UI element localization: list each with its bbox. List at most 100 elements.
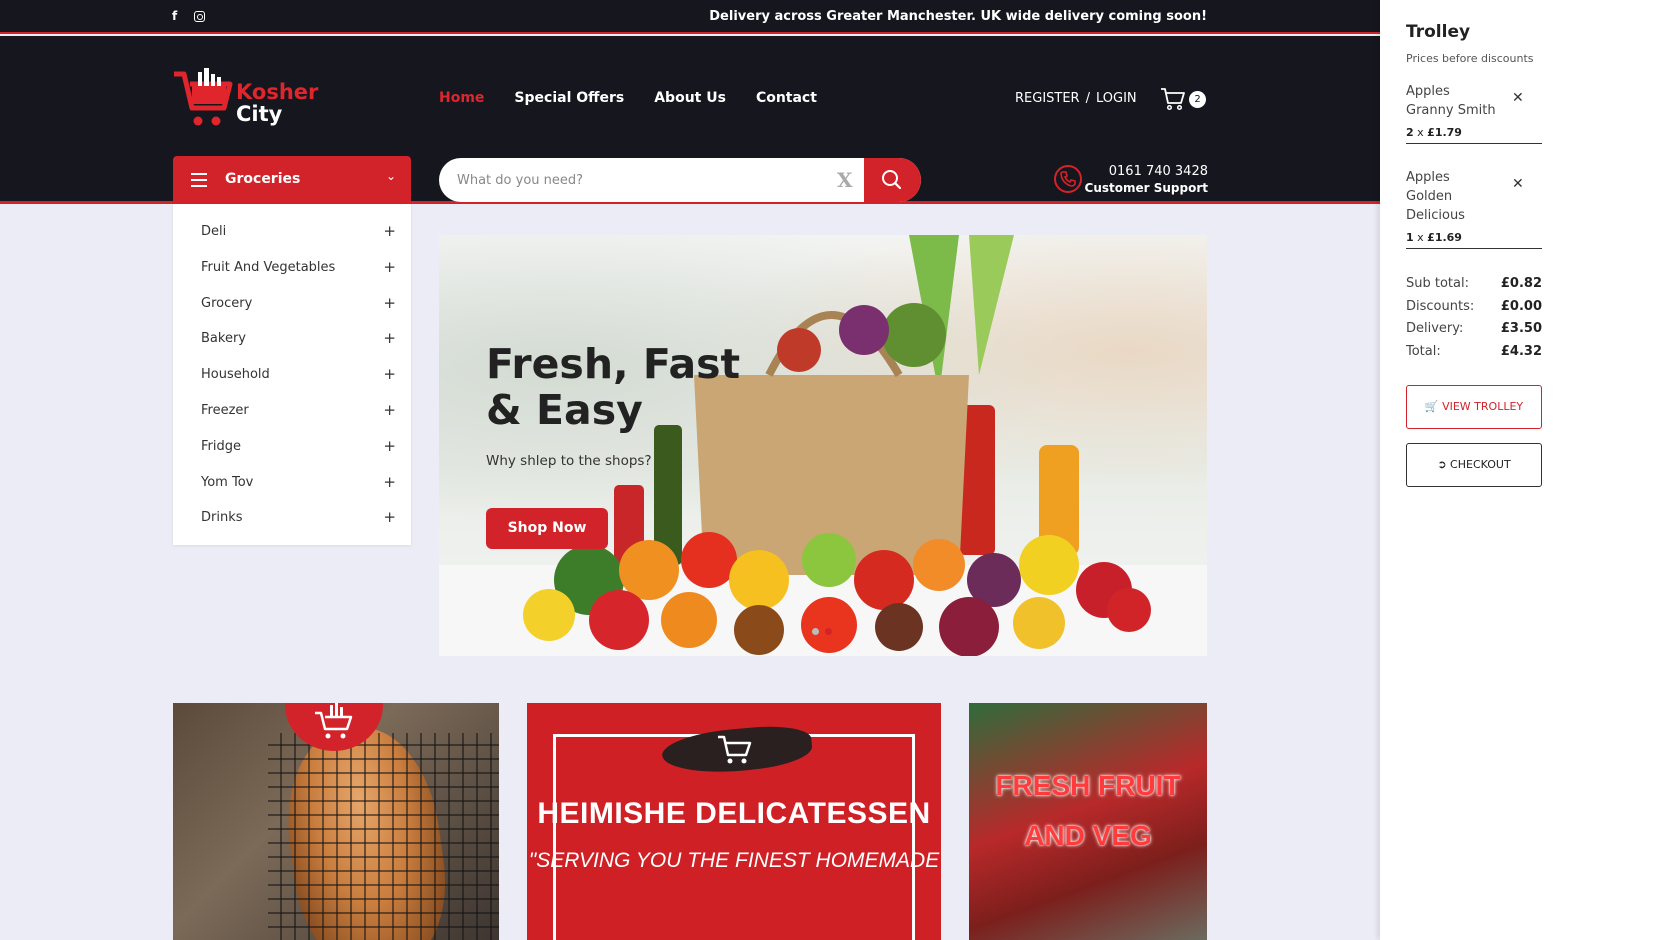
plus-icon[interactable]: + (383, 357, 396, 393)
category-label: Household (201, 367, 270, 383)
register-link[interactable]: REGISTER (1015, 91, 1080, 106)
trolley-title: Trolley (1406, 22, 1471, 42)
cooling-rack (268, 733, 499, 940)
categories-button-label: Groceries (225, 171, 301, 187)
category-item-deli[interactable]: Deli + (173, 214, 411, 250)
remove-item-icon[interactable]: ✕ (1512, 176, 1524, 192)
clear-search-icon[interactable]: X (837, 168, 853, 192)
trolley-item-qty: 2 x £1.79 (1406, 126, 1462, 139)
category-item-fridge[interactable]: Fridge + (173, 429, 411, 465)
nav-special-offers[interactable]: Special Offers (514, 90, 624, 106)
login-link[interactable]: LOGIN (1096, 91, 1137, 106)
category-item-drinks[interactable]: Drinks + (173, 500, 411, 536)
shop-now-button[interactable]: Shop Now (486, 508, 608, 549)
carousel-dots (812, 628, 832, 635)
search-bar: X (439, 158, 921, 202)
plus-icon[interactable]: + (383, 429, 396, 465)
cart-logo-icon (315, 703, 353, 739)
category-list: Deli + Fruit And Vegetables + Grocery + Bak… (173, 204, 411, 545)
customer-support: 0161 740 3428 Customer Support (1053, 162, 1208, 198)
discounts-row: Discounts: £0.00 (1406, 298, 1542, 314)
carousel-dot[interactable] (812, 628, 819, 635)
nav-about-us[interactable]: About Us (654, 90, 726, 106)
delivery-notice: Delivery across Greater Manchester. UK w… (709, 9, 1207, 24)
delicatessen-title: HEIMISHE DELICATESSEN (537, 797, 931, 830)
support-label: Customer Support (1084, 181, 1208, 195)
fruit-veg-tile[interactable]: FRESH FRUIT AND VEG (969, 703, 1207, 940)
facebook-icon[interactable]: f (172, 8, 177, 24)
top-bar: f Delivery across Greater Manchester. UK… (0, 0, 1380, 34)
sign-in-icon: ➲ (1437, 458, 1447, 471)
nav-contact[interactable]: Contact (756, 90, 817, 106)
cart-icon (1161, 88, 1185, 111)
nav-home[interactable]: Home (439, 90, 484, 106)
category-item-household[interactable]: Household + (173, 357, 411, 393)
logo-text-kosher: Kosher (236, 80, 319, 104)
trolley-note: Prices before discounts (1406, 52, 1534, 65)
menu-icon (191, 173, 207, 191)
cart-button[interactable]: 2 (1160, 86, 1208, 112)
category-item-grocery[interactable]: Grocery + (173, 286, 411, 322)
delivery-row: Delivery: £3.50 (1406, 321, 1542, 336)
plus-icon[interactable]: + (383, 393, 396, 429)
category-item-yom-tov[interactable]: Yom Tov + (173, 465, 411, 501)
cart-count-badge: 2 (1189, 91, 1206, 108)
category-label: Fridge (201, 438, 241, 454)
search-input[interactable] (457, 170, 827, 190)
checkout-button[interactable]: ➲ CHECKOUT (1406, 443, 1542, 487)
category-item-freezer[interactable]: Freezer + (173, 393, 411, 429)
category-label: Freezer (201, 402, 249, 418)
category-label: Fruit And Vegetables (201, 259, 336, 275)
hero-title: Fresh, Fast & Easy (486, 341, 786, 433)
cart-logo-icon (174, 68, 233, 126)
social-links: f (172, 8, 206, 24)
logo-text-city: City (236, 102, 283, 126)
category-label: Drinks (201, 510, 243, 526)
plus-icon[interactable]: + (383, 465, 396, 501)
account-links: REGISTER / LOGIN (1015, 91, 1137, 106)
phone-icon (1054, 165, 1082, 193)
trolley-item-name[interactable]: Apples Granny Smith (1406, 82, 1496, 120)
account-separator: / (1085, 91, 1090, 106)
bakery-tile[interactable] (173, 703, 499, 940)
search-icon (882, 170, 902, 190)
categories-dropdown-button[interactable]: Groceries ⌄ (173, 156, 411, 204)
trolley-item-name[interactable]: Apples Golden Delicious (1406, 168, 1496, 225)
plus-icon[interactable]: + (383, 286, 396, 322)
subtotal-row: Sub total: £0.82 (1406, 276, 1542, 291)
remove-item-icon[interactable]: ✕ (1512, 90, 1524, 106)
category-item-bakery[interactable]: Bakery + (173, 321, 411, 357)
fruit-veg-line2: AND VEG (1024, 820, 1152, 851)
category-label: Bakery (201, 331, 246, 347)
logo[interactable]: Kosher City (172, 66, 322, 136)
chevron-down-icon: ⌄ (385, 169, 396, 183)
site-header: Kosher City Home Special Offers About Us… (0, 36, 1380, 204)
category-label: Deli (201, 224, 227, 239)
trolley-item-qty: 1 x £1.69 (1406, 231, 1462, 244)
hero-banner: Fresh, Fast & Easy Why shlep to the shops… (439, 235, 1207, 656)
category-label: Grocery (201, 295, 253, 311)
trolley-item: Apples Golden Delicious 1 x £1.69 ✕ (1406, 168, 1542, 249)
fruit-veg-title: FRESH FRUIT AND VEG (969, 761, 1207, 861)
delicatessen-tile[interactable]: HEIMISHE DELICATESSEN "SERVING YOU THE F… (527, 703, 941, 940)
hero-subtitle: Why shlep to the shops? (486, 453, 652, 469)
trolley-item: Apples Granny Smith 2 x £1.79 ✕ (1406, 82, 1542, 144)
plus-icon[interactable]: + (383, 250, 396, 286)
hero-title-line1: Fresh, Fast (486, 340, 741, 388)
view-trolley-button[interactable]: 🛒 VIEW TROLLEY (1406, 385, 1542, 429)
grocery-bag-image (523, 235, 1151, 656)
support-phone-number[interactable]: 0161 740 3428 (1109, 164, 1208, 179)
carousel-dot-active[interactable] (825, 628, 832, 635)
trolley-panel: Trolley Prices before discounts Apples G… (1380, 0, 1668, 940)
instagram-icon[interactable] (194, 11, 206, 22)
category-label: Yom Tov (201, 474, 254, 490)
delicatessen-tagline: "SERVING YOU THE FINEST HOMEMADE (528, 849, 940, 872)
checkout-label: CHECKOUT (1450, 458, 1511, 471)
total-row: Total: £4.32 (1406, 343, 1542, 359)
plus-icon[interactable]: + (383, 321, 396, 357)
view-trolley-label: VIEW TROLLEY (1442, 400, 1524, 413)
category-item-fruit-and-vegetables[interactable]: Fruit And Vegetables + (173, 250, 411, 286)
search-button[interactable] (864, 158, 921, 202)
plus-icon[interactable]: + (383, 500, 396, 536)
plus-icon[interactable]: + (383, 214, 396, 250)
